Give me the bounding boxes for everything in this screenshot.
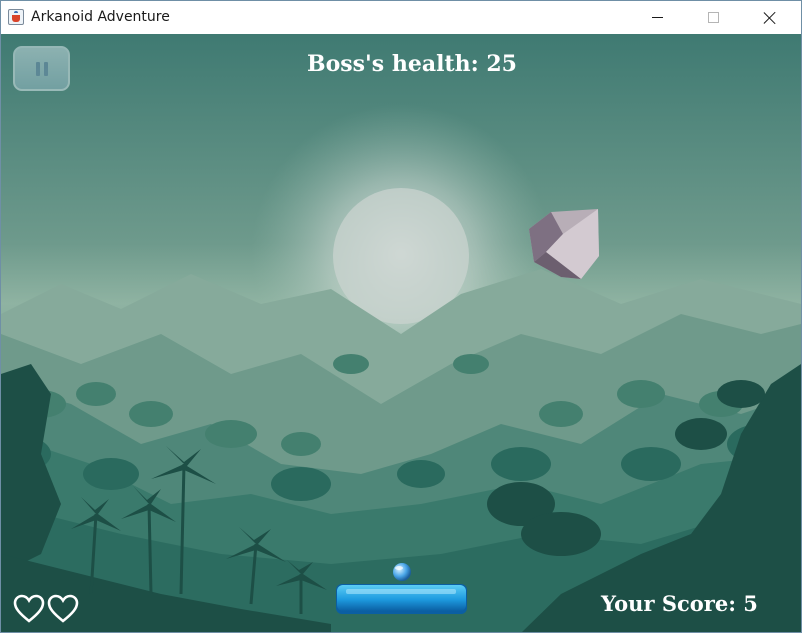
close-icon: [763, 11, 777, 25]
game-canvas[interactable]: Boss's health: 25 Your Score: 5: [1, 34, 801, 632]
java-cup-icon: [8, 9, 24, 25]
maximize-button[interactable]: [690, 1, 736, 34]
jungle-background: [1, 104, 801, 632]
minimize-button[interactable]: [634, 1, 680, 34]
pause-icon: [35, 61, 40, 76]
heart-icon: [13, 594, 45, 623]
minimize-icon: [651, 17, 663, 18]
ball: [393, 563, 411, 581]
game-window: Arkanoid Adventure Boss's health: 25 You…: [0, 0, 802, 633]
pause-button[interactable]: [13, 46, 70, 91]
score-label: Your Score: 5: [601, 591, 758, 616]
maximize-icon: [707, 12, 719, 23]
title-bar: Arkanoid Adventure: [1, 1, 801, 34]
heart-icon: [47, 594, 79, 623]
window-title: Arkanoid Adventure: [31, 9, 170, 25]
close-button[interactable]: [747, 1, 793, 34]
boss-health-label: Boss's health: 25: [307, 51, 517, 77]
lives-indicator: [13, 594, 79, 624]
paddle[interactable]: [336, 584, 467, 614]
